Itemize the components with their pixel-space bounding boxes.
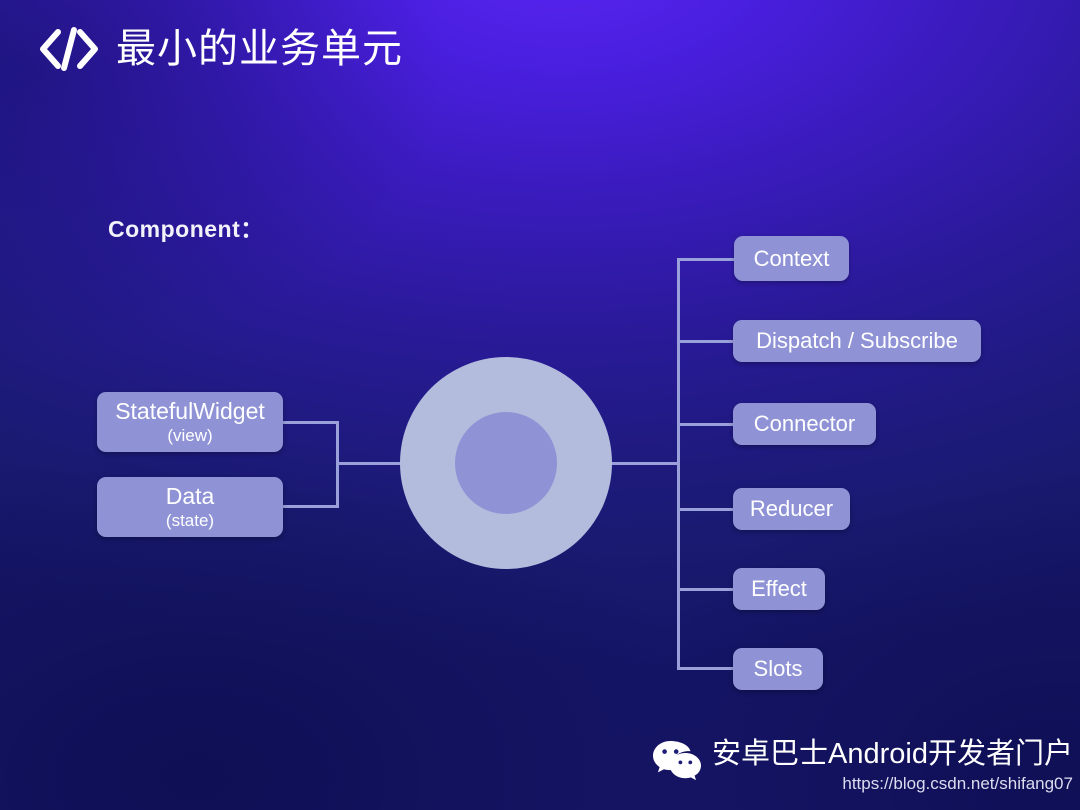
node-slots-label: Slots (753, 656, 803, 681)
node-stateful-widget[interactable]: StatefulWidget (view) (97, 392, 283, 452)
node-effect[interactable]: Effect (733, 568, 825, 610)
node-stateful-widget-subtitle: (view) (167, 426, 213, 445)
connector-right-trunk (677, 258, 680, 670)
connector-right-stub-reducer (677, 508, 735, 511)
node-data-subtitle: (state) (165, 511, 215, 530)
connector-right-stub-effect (677, 588, 735, 591)
connector-right-stub-dispatch (677, 340, 735, 343)
node-data[interactable]: Data (state) (97, 477, 283, 537)
node-slots[interactable]: Slots (733, 648, 823, 690)
node-data-title: Data (165, 483, 215, 509)
node-reducer-label: Reducer (749, 496, 834, 521)
wechat-icon (653, 741, 701, 781)
node-stateful-widget-title: StatefulWidget (115, 398, 265, 424)
connector-left-stub-data (283, 505, 339, 508)
slide-footer: 安卓巴士Android开发者门户 https://blog.csdn.net/s… (652, 737, 1073, 795)
connector-right-stub-slots (677, 667, 735, 670)
footer-url: https://blog.csdn.net/shifang07 (842, 774, 1073, 793)
footer-brand-name: 安卓巴士Android开发者门户 (712, 738, 1073, 770)
node-dispatch-subscribe[interactable]: Dispatch / Subscribe (733, 320, 981, 362)
node-dispatch-subscribe-label: Dispatch / Subscribe (756, 328, 958, 353)
node-effect-label: Effect (751, 576, 807, 601)
node-connector-label: Connector (753, 411, 856, 436)
center-circle-inner (455, 412, 557, 514)
component-diagram: StatefulWidget (view) Data (state) Conte… (0, 0, 1080, 810)
node-connector[interactable]: Connector (733, 403, 876, 445)
node-context[interactable]: Context (734, 236, 849, 281)
connector-left-stub-stateful (283, 421, 339, 424)
connector-right-stub-connector (677, 423, 735, 426)
node-context-label: Context (753, 245, 830, 271)
node-reducer[interactable]: Reducer (733, 488, 850, 530)
slide-canvas: 最小的业务单元 Component： StatefulWidget (view)… (0, 0, 1080, 810)
footer-text-group: 安卓巴士Android开发者门户 https://blog.csdn.net/s… (712, 737, 1073, 795)
connector-right-stub-context (677, 258, 735, 261)
